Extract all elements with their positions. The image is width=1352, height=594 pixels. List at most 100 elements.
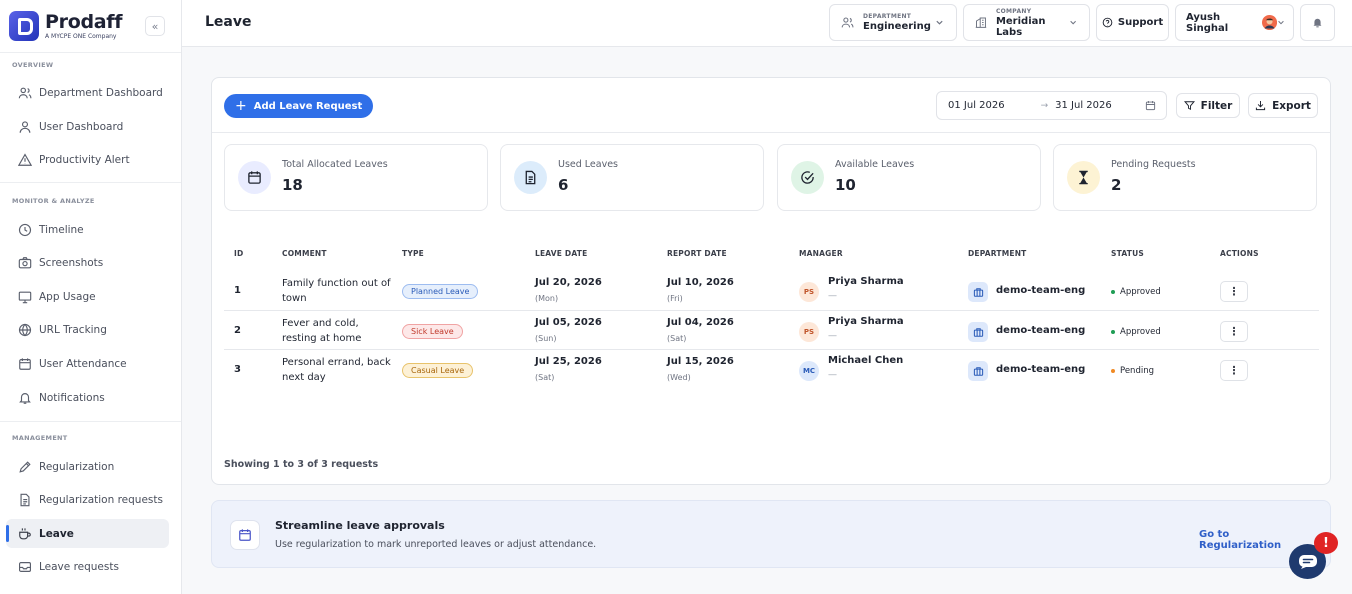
sidebar-item-app-usage[interactable]: App Usage <box>6 282 169 311</box>
brand-name: Prodaff <box>45 10 123 33</box>
sidebar: Prodaff A MYCPE ONE Company « OVERVIEW D… <box>0 0 182 594</box>
globe-icon <box>18 323 32 336</box>
divider <box>0 421 181 422</box>
sidebar-item-notifications[interactable]: Notifications <box>6 383 169 412</box>
sidebar-item-label: Regularization requests <box>39 493 163 506</box>
sidebar-item-regularization[interactable]: Regularization <box>6 452 169 481</box>
manager-avatar: PS <box>799 322 819 342</box>
stat-total-allocated: Total Allocated Leaves 18 <box>224 144 488 211</box>
manager-subtext: — <box>828 370 837 380</box>
add-leave-request-button[interactable]: + Add Leave Request <box>224 94 374 118</box>
user-menu[interactable]: Ayush Singhal <box>1175 4 1294 41</box>
column-header-actions: ACTIONS <box>1220 249 1259 258</box>
sidebar-item-productivity-alert[interactable]: Productivity Alert <box>6 145 169 174</box>
stat-label: Available Leaves <box>835 159 915 170</box>
stat-label: Pending Requests <box>1111 159 1196 170</box>
add-leave-label: Add Leave Request <box>253 100 363 112</box>
inbox-icon <box>19 561 31 572</box>
leave-date: Jul 25, 2026 <box>535 356 602 367</box>
brand-tagline: A MYCPE ONE Company <box>45 32 117 40</box>
filter-button[interactable]: Filter <box>1176 93 1240 118</box>
leave-day: (Mon) <box>535 294 559 303</box>
banner-subtitle: Use regularization to mark unreported le… <box>275 539 597 550</box>
report-day: (Fri) <box>667 294 683 303</box>
sidebar-item-label: App Usage <box>39 290 96 303</box>
table-row: 3 Personal errand, back next day Casual … <box>224 351 1319 390</box>
export-button[interactable]: Export <box>1248 93 1318 118</box>
sidebar-item-timeline[interactable]: Timeline <box>6 215 169 244</box>
row-divider <box>224 310 1319 311</box>
chevron-down-icon <box>1278 20 1284 25</box>
sidebar-item-regularization-requests[interactable]: Regularization requests <box>6 485 169 514</box>
support-button[interactable]: Support <box>1096 4 1169 41</box>
users-icon <box>841 17 854 28</box>
pagination-summary: Showing 1 to 3 of 3 requests <box>224 459 379 470</box>
sidebar-item-user-dashboard[interactable]: User Dashboard <box>6 112 169 141</box>
sidebar-item-url-tracking[interactable]: URL Tracking <box>6 315 169 344</box>
company-selector[interactable]: COMPANY Meridian Labs <box>963 4 1090 41</box>
building-icon <box>975 17 987 28</box>
sidebar-item-department-dashboard[interactable]: Department Dashboard <box>6 78 169 107</box>
pen-icon <box>19 460 31 473</box>
row-id: 3 <box>234 364 241 375</box>
department-selector[interactable]: DEPARTMENT Engineering <box>829 4 957 41</box>
department-icon-box <box>968 361 988 381</box>
sidebar-item-screenshots[interactable]: Screenshots <box>6 248 169 277</box>
stat-pending-requests: Pending Requests 2 <box>1053 144 1317 211</box>
stat-value: 6 <box>558 176 569 194</box>
manager-avatar: MC <box>799 361 819 381</box>
department-name: demo-team-eng <box>996 325 1086 336</box>
date-from: 01 Jul 2026 <box>948 100 1005 111</box>
leave-type-badge: Sick Leave <box>402 324 463 339</box>
status-dot <box>1111 330 1115 334</box>
sidebar-item-label: URL Tracking <box>39 323 107 336</box>
row-actions-button[interactable]: ⋮ <box>1220 281 1248 302</box>
manager-avatar: PS <box>799 282 819 302</box>
section-title-management: MANAGEMENT <box>12 434 68 442</box>
alert-triangle-icon <box>18 152 32 166</box>
stat-label: Total Allocated Leaves <box>282 159 388 170</box>
collapse-sidebar-button[interactable]: « <box>145 16 165 36</box>
notifications-button[interactable] <box>1300 4 1335 41</box>
brand-logo[interactable]: Prodaff A MYCPE ONE Company <box>9 10 123 41</box>
user-name: Ayush Singhal <box>1186 11 1229 34</box>
top-header: Leave DEPARTMENT Engineering COMPANY Mer… <box>182 0 1352 47</box>
stat-value: 2 <box>1111 176 1122 194</box>
sidebar-item-label: Notifications <box>39 391 105 404</box>
stat-icon-bg <box>514 161 547 194</box>
report-day: (Sat) <box>667 334 687 343</box>
banner-title: Streamline leave approvals <box>275 519 445 532</box>
column-header-comment: COMMENT <box>282 249 327 258</box>
sidebar-item-label: Timeline <box>39 223 84 236</box>
sidebar-item-label: Department Dashboard <box>39 86 163 99</box>
status-text: Approved <box>1120 287 1161 297</box>
stat-icon-bg <box>791 161 824 194</box>
sidebar-item-label: Leave <box>39 527 74 540</box>
status-badge: Approved <box>1111 327 1161 337</box>
department-name: demo-team-eng <box>996 285 1086 296</box>
date-range-picker[interactable]: 01 Jul 2026 → 31 Jul 2026 <box>936 91 1167 120</box>
sidebar-item-label: Screenshots <box>39 256 104 269</box>
column-header-type: TYPE <box>402 249 424 258</box>
status-badge: Approved <box>1111 287 1161 297</box>
page-title: Leave <box>205 14 252 30</box>
leave-type-badge: Casual Leave <box>402 363 474 378</box>
department-caption: DEPARTMENT <box>863 13 912 20</box>
hourglass-icon <box>1079 170 1088 185</box>
company-caption: COMPANY <box>995 7 1032 15</box>
sidebar-item-leave[interactable]: Leave <box>6 519 169 548</box>
leave-day: (Sun) <box>535 334 557 343</box>
bell-icon <box>1313 18 1322 28</box>
department-name: demo-team-eng <box>996 364 1086 375</box>
row-comment: Family function out of town <box>282 278 391 304</box>
manager-name: Michael Chen <box>828 355 904 366</box>
leave-date: Jul 05, 2026 <box>535 317 602 328</box>
row-actions-button[interactable]: ⋮ <box>1220 321 1248 342</box>
sidebar-item-leave-requests[interactable]: Leave requests <box>6 552 169 581</box>
status-text: Approved <box>1120 327 1161 337</box>
sidebar-item-user-attendance[interactable]: User Attendance <box>6 349 169 378</box>
manager-subtext: — <box>828 331 837 341</box>
row-actions-button[interactable]: ⋮ <box>1220 360 1248 381</box>
chevron-down-icon <box>936 20 943 25</box>
table-row: 1 Family function out of town Planned Le… <box>224 272 1319 311</box>
